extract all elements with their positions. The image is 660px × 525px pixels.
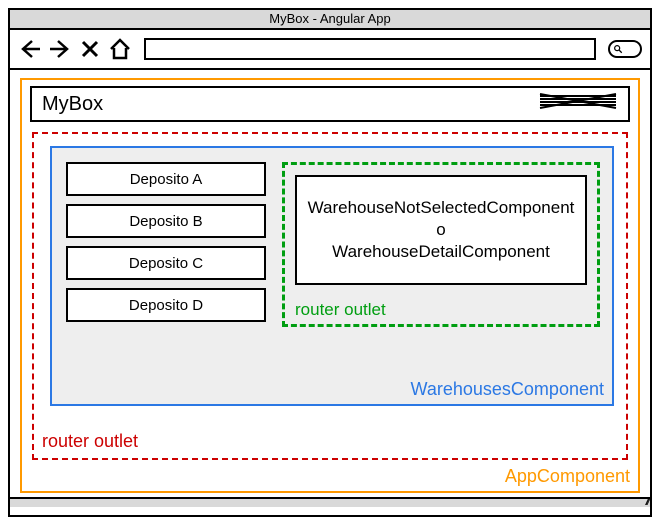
window-title: MyBox - Angular App <box>269 11 390 26</box>
inner-router-outlet: WarehouseNotSelectedComponent o Warehous… <box>282 162 600 327</box>
deposit-button[interactable]: Deposito B <box>66 204 266 238</box>
deposit-label: Deposito B <box>129 213 202 230</box>
deposit-label: Deposito A <box>130 171 203 188</box>
app-header: MyBox <box>30 86 630 122</box>
deposit-label: Deposito D <box>129 297 203 314</box>
detail-text-line: WarehouseNotSelectedComponent <box>308 197 575 219</box>
deposit-label: Deposito C <box>129 255 203 272</box>
inner-router-label: router outlet <box>295 300 386 320</box>
outer-router-outlet: Deposito A Deposito B Deposito C Deposit… <box>32 132 628 460</box>
stop-icon[interactable] <box>78 37 102 61</box>
outer-router-label: router outlet <box>42 431 138 452</box>
browser-navbar <box>10 30 650 70</box>
warehouses-label: WarehousesComponent <box>411 379 604 400</box>
status-bar: /// <box>10 497 650 507</box>
home-icon[interactable] <box>108 37 132 61</box>
forward-icon[interactable] <box>48 37 72 61</box>
window-titlebar: MyBox - Angular App <box>10 10 650 30</box>
resize-grip-icon[interactable]: /// <box>646 497 648 508</box>
detail-text-line: WarehouseDetailComponent <box>332 241 550 263</box>
deposit-button[interactable]: Deposito C <box>66 246 266 280</box>
url-bar[interactable] <box>144 38 596 60</box>
detail-text-or: o <box>436 219 445 241</box>
detail-placeholder-box: WarehouseNotSelectedComponent o Warehous… <box>295 175 587 285</box>
deposit-button[interactable]: Deposito A <box>66 162 266 196</box>
app-component-label: AppComponent <box>505 466 630 487</box>
browser-window: MyBox - Angular App MyBox <box>8 8 652 517</box>
placeholder-scribble-icon <box>538 92 618 116</box>
search-pill[interactable] <box>608 40 642 58</box>
deposit-button[interactable]: Deposito D <box>66 288 266 322</box>
warehouses-component-box: Deposito A Deposito B Deposito C Deposit… <box>50 146 614 406</box>
back-icon[interactable] <box>18 37 42 61</box>
app-component-box: MyBox Deposito A Deposito B Deposito C D… <box>20 78 640 493</box>
app-name: MyBox <box>42 93 103 116</box>
deposit-list: Deposito A Deposito B Deposito C Deposit… <box>66 162 266 330</box>
viewport: MyBox Deposito A Deposito B Deposito C D… <box>10 70 650 507</box>
